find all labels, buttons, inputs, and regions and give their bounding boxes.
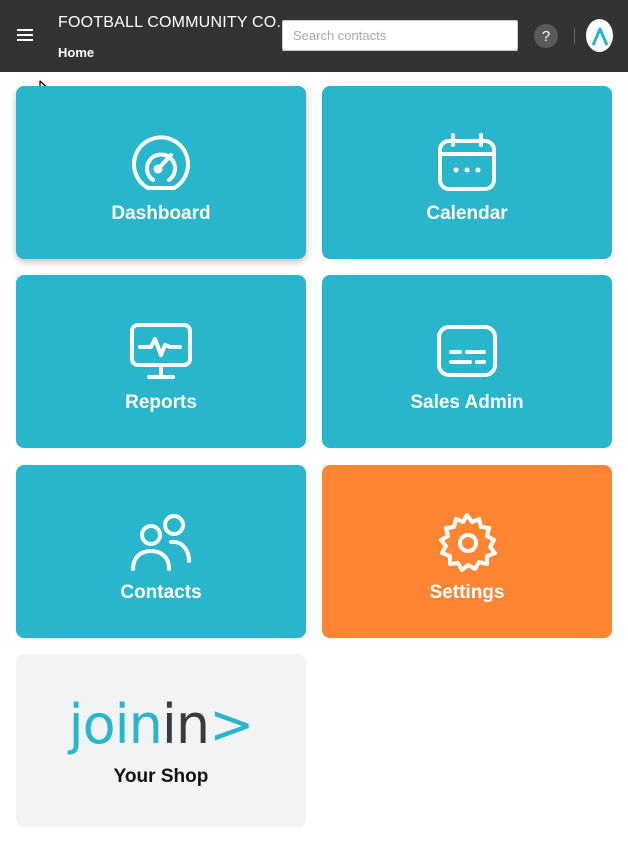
joinin-logo: joinin> [68, 693, 255, 756]
tile-label: Sales Admin [410, 392, 524, 413]
tile-label: Calendar [426, 203, 508, 224]
tile-contacts[interactable]: Contacts [16, 465, 306, 638]
breadcrumb-home[interactable]: Home [58, 45, 94, 60]
search-input[interactable] [282, 20, 518, 51]
calendar-icon [435, 132, 499, 196]
brand-logo-icon[interactable] [586, 19, 613, 52]
tile-calendar[interactable]: Calendar [322, 86, 612, 259]
top-bar: FOOTBALL COMMUNITY CO. Home ? [0, 0, 628, 72]
gear-icon [435, 511, 499, 575]
tile-dashboard[interactable]: Dashboard [16, 86, 306, 259]
header-divider [574, 28, 575, 44]
tile-label: Dashboard [111, 203, 211, 224]
tile-reports[interactable]: Reports [16, 275, 306, 448]
speedometer-icon [129, 132, 193, 196]
hamburger-menu-icon[interactable] [12, 22, 38, 48]
tile-sales-admin[interactable]: Sales Admin [322, 275, 612, 448]
card-icon [435, 321, 499, 385]
tile-label: Reports [125, 392, 197, 413]
tile-label: Settings [429, 582, 505, 603]
organization-name: FOOTBALL COMMUNITY CO. [58, 14, 282, 31]
tile-label: Your Shop [113, 766, 209, 787]
help-button[interactable]: ? [534, 24, 558, 48]
tile-your-shop[interactable]: joinin> Your Shop [16, 654, 306, 827]
monitor-pulse-icon [129, 321, 193, 385]
tile-settings[interactable]: Settings [322, 465, 612, 638]
tile-label: Contacts [120, 582, 202, 603]
users-icon [129, 511, 193, 575]
